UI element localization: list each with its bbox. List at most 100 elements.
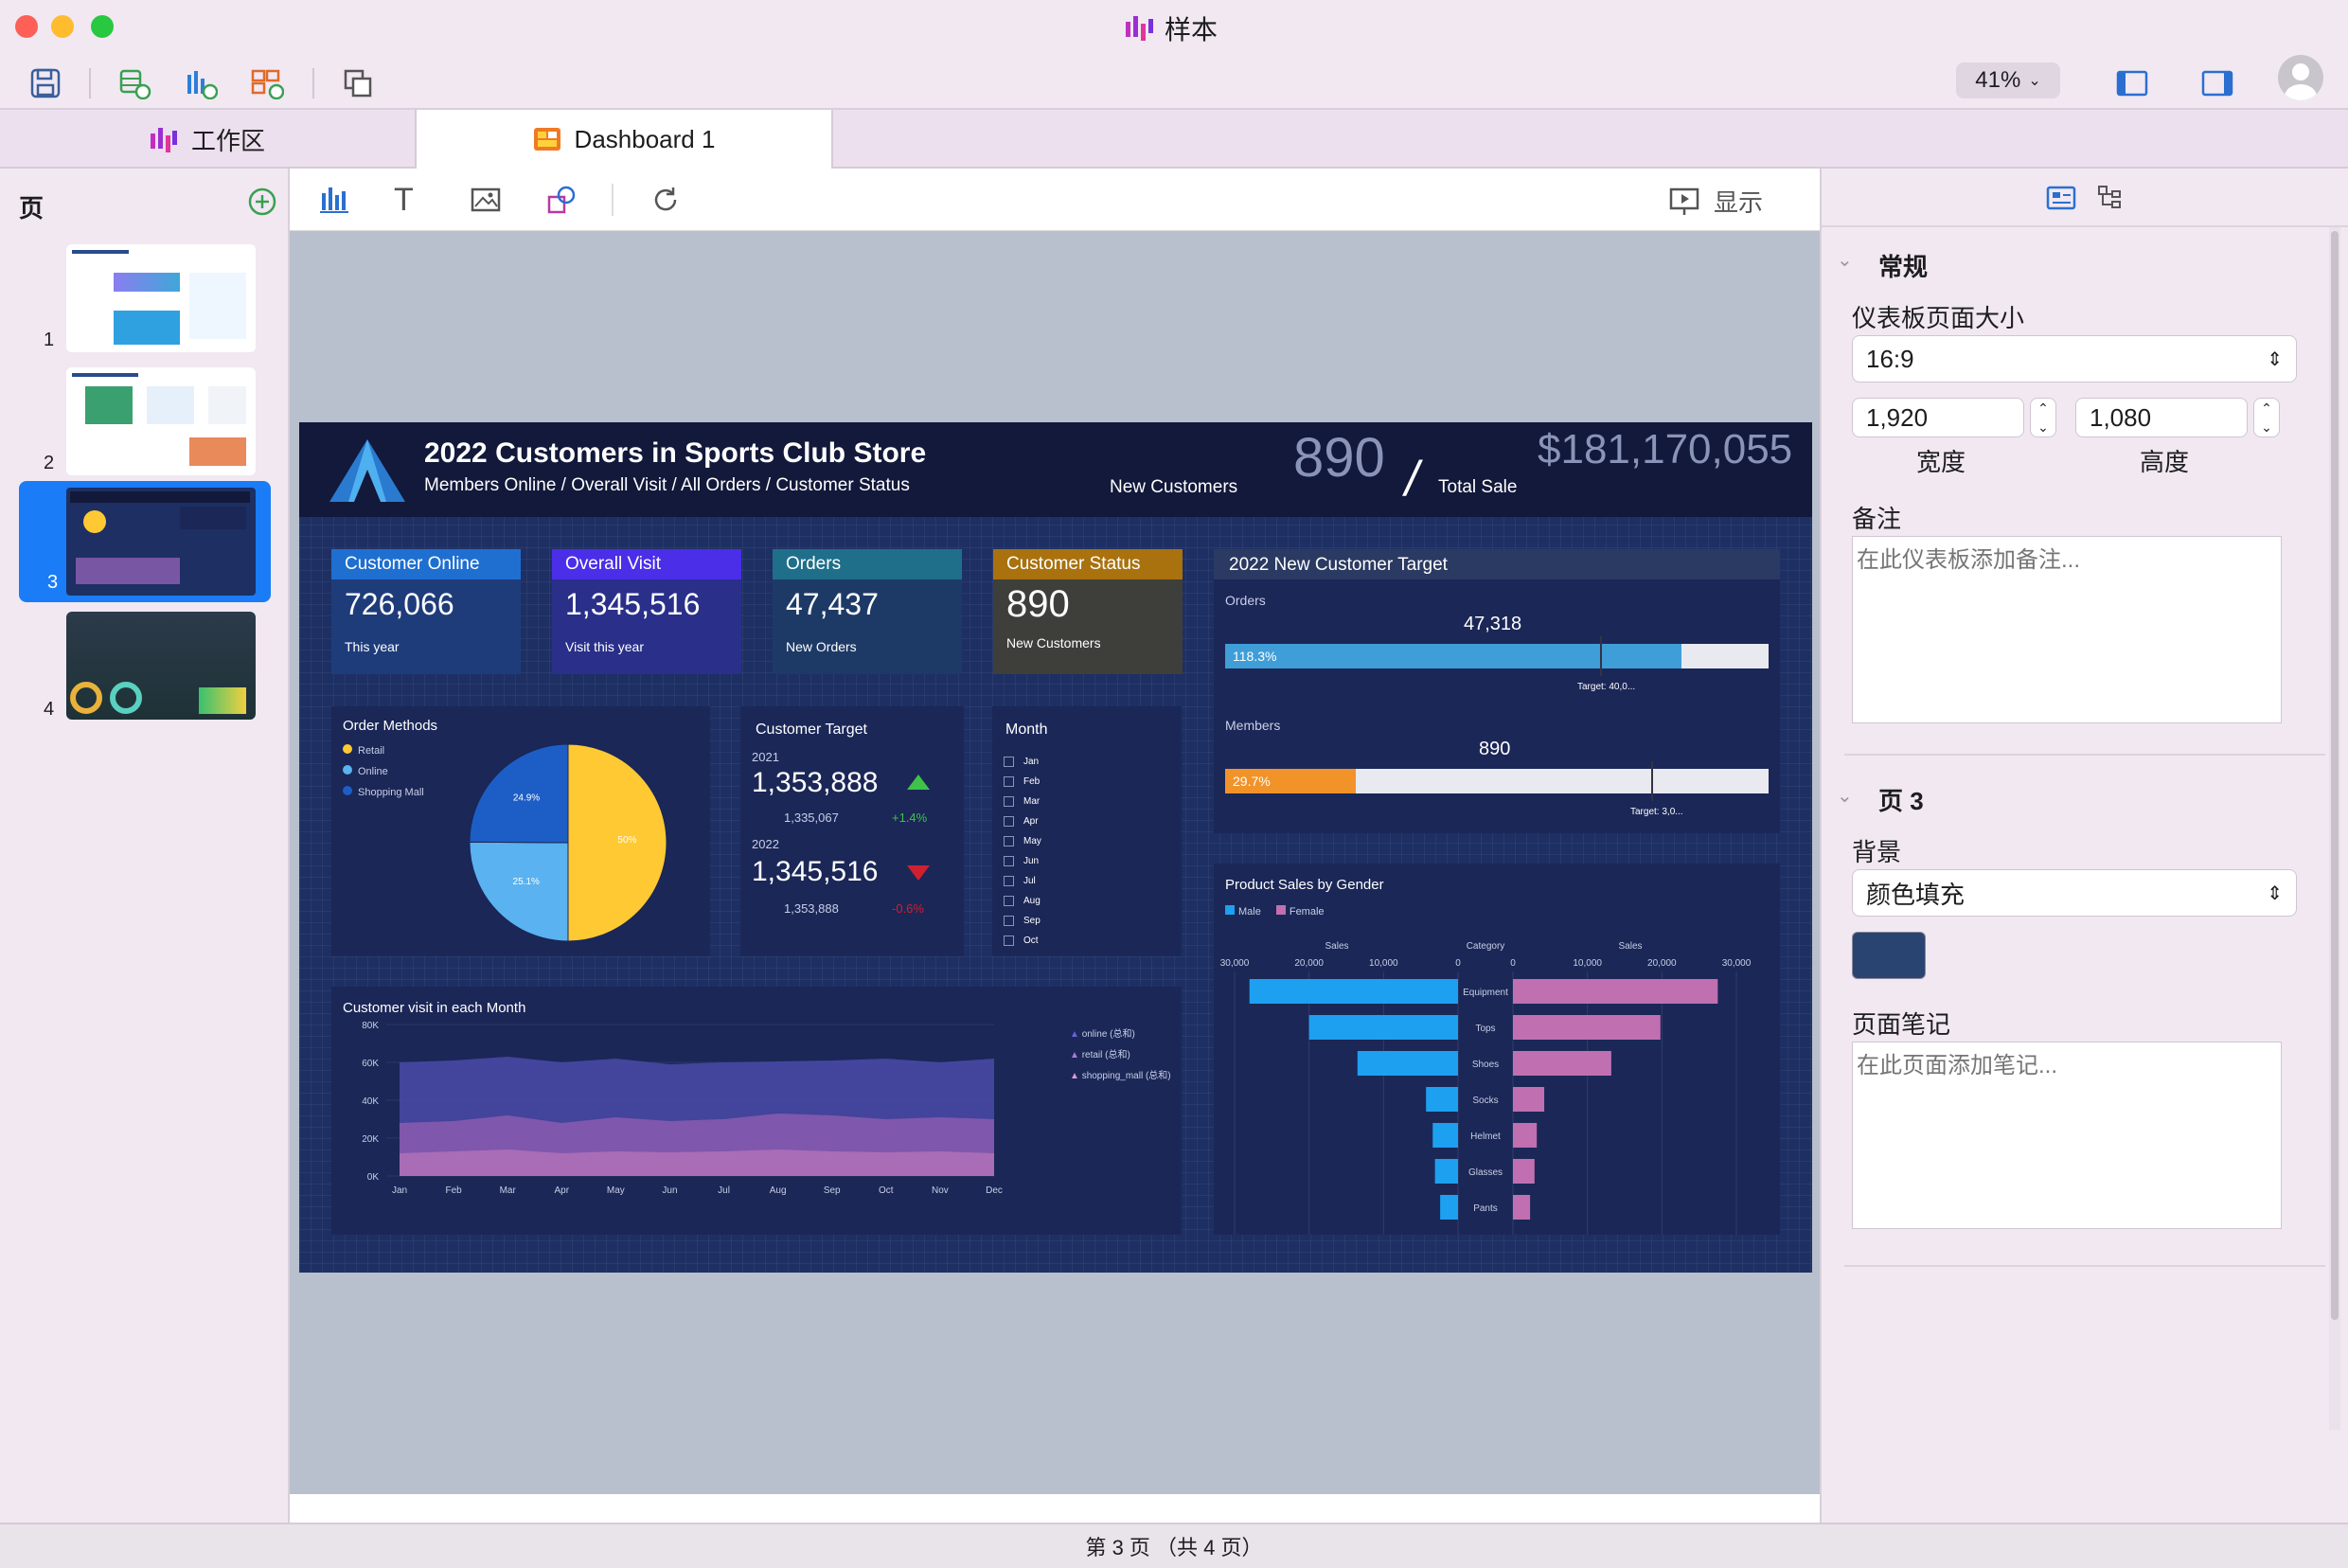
app-logo-icon: [150, 128, 177, 152]
axis-title: Sales: [1325, 941, 1348, 952]
year-2022-label: 2022: [752, 837, 779, 851]
logo-triangle-icon: [329, 439, 405, 502]
user-avatar[interactable]: [2278, 55, 2323, 100]
page-thumbnail-4[interactable]: [66, 612, 256, 720]
background-color-swatch[interactable]: [1852, 932, 1926, 979]
save-button[interactable]: [25, 62, 66, 104]
legend-item: ▲ retail (总和): [1070, 1050, 1130, 1060]
checkbox[interactable]: [1004, 856, 1014, 866]
tab-bar: 工作区 Dashboard 1: [0, 110, 2348, 169]
height-input[interactable]: 1,080: [2075, 398, 2248, 437]
chevron-down-icon[interactable]: ⌄: [1837, 784, 1853, 808]
scroll-thumb[interactable]: [2331, 231, 2339, 1320]
toggle-right-panel-button[interactable]: [2197, 62, 2238, 104]
kpi-card-overall-visit: Overall Visit 1,345,516 Visit this year: [552, 549, 741, 674]
width-input[interactable]: 1,920: [1852, 398, 2024, 437]
section-general-title: 常规: [1878, 253, 1929, 281]
axis-title: Sales: [1618, 941, 1642, 952]
tab-label: 工作区: [190, 126, 265, 155]
toolbar-divider: [612, 184, 614, 216]
page-notes-textarea[interactable]: [1852, 1042, 2282, 1229]
close-window-button[interactable]: [15, 15, 38, 38]
month-checkbox-item[interactable]: Jan: [1004, 752, 1041, 772]
background-label: 背景: [1852, 838, 1902, 866]
vertical-scrollbar[interactable]: [2329, 227, 2340, 1430]
tab-workspace[interactable]: 工作区: [0, 110, 417, 169]
members-progress-bar: 29.7%: [1225, 769, 1769, 793]
panel-title: Customer visit in each Month: [343, 1000, 526, 1016]
month-checkbox-item[interactable]: Feb: [1004, 772, 1041, 792]
members-target-marker: [1651, 761, 1653, 801]
year-2021-label: 2021: [752, 750, 779, 764]
plus-circle-icon: [248, 187, 276, 216]
minimize-window-button[interactable]: [51, 15, 74, 38]
total-sale-value: $181,170,055: [1538, 426, 1793, 472]
chevron-down-icon[interactable]: ⌄: [1837, 248, 1853, 272]
present-button[interactable]: 显示: [1668, 184, 1763, 219]
month-checkbox-item[interactable]: Jun: [1004, 851, 1041, 871]
x-tick-label: 10,000: [1369, 958, 1398, 969]
page-thumbnail-2[interactable]: [66, 367, 256, 475]
add-page-button[interactable]: [248, 187, 276, 221]
month-label: Apr: [1023, 816, 1039, 827]
page-size-select[interactable]: 16:9 ⇕: [1852, 335, 2297, 383]
zoom-window-button[interactable]: [91, 15, 114, 38]
category-label: Helmet: [1470, 1131, 1501, 1142]
properties-panel: ⌄ 常规 仪表板页面大小 16:9 ⇕ 1,920 ⌃ ⌄ 1,080 ⌃ ⌄ 宽度 …: [1820, 169, 2348, 1523]
month-checkbox-item[interactable]: Oct: [1004, 931, 1041, 951]
zoom-select[interactable]: 41% ⌄: [1956, 62, 2060, 98]
pie-data-label: 50%: [617, 835, 636, 846]
chevron-down-icon: ⌄: [2028, 73, 2041, 89]
year-2022-change: -0.6%: [892, 901, 924, 916]
height-stepper[interactable]: ⌃ ⌄: [2253, 398, 2280, 437]
month-checkbox-item[interactable]: Mar: [1004, 792, 1041, 811]
add-chart-button[interactable]: [180, 62, 222, 104]
duplicate-button[interactable]: [337, 62, 379, 104]
x-tick-label: 0: [1510, 958, 1516, 969]
sidebar-right-icon: [2201, 70, 2233, 97]
dashboard-notes-textarea[interactable]: [1852, 536, 2282, 723]
dashboard-title: 2022 Customers in Sports Club Store: [424, 437, 927, 469]
add-dashboard-button[interactable]: [246, 62, 288, 104]
checkbox[interactable]: [1004, 796, 1014, 807]
kpi-title: Overall Visit: [552, 549, 741, 579]
canvas-toolbar: T 显示: [290, 169, 1820, 231]
properties-icon: [2046, 186, 2076, 210]
database-add-icon: [119, 69, 151, 99]
insert-shape-button[interactable]: [545, 184, 578, 221]
checkbox[interactable]: [1004, 896, 1014, 906]
page-thumbnail-1[interactable]: [66, 244, 256, 352]
legend-item: Online: [343, 761, 424, 782]
toggle-left-panel-button[interactable]: [2111, 62, 2153, 104]
insert-image-button[interactable]: [470, 184, 502, 221]
checkbox[interactable]: [1004, 816, 1014, 827]
customer-visit-area-chart: 80K 60K 40K 20K 0K Jan Feb Mar Apr May Jun Jul Aug Se…: [362, 1021, 1003, 1196]
add-datasource-button[interactable]: [114, 62, 155, 104]
checkbox[interactable]: [1004, 836, 1014, 846]
checkbox[interactable]: [1004, 935, 1014, 946]
month-checkbox-item[interactable]: Jul: [1004, 871, 1041, 891]
checkbox[interactable]: [1004, 757, 1014, 767]
refresh-button[interactable]: [649, 184, 682, 221]
legend-item: Male: [1225, 905, 1261, 918]
checkbox[interactable]: [1004, 776, 1014, 787]
orders-value: 47,318: [1464, 614, 1522, 634]
checkbox[interactable]: [1004, 876, 1014, 886]
month-checkbox-item[interactable]: Apr: [1004, 811, 1041, 831]
header-slash: /: [1405, 452, 1419, 507]
insert-chart-button[interactable]: [318, 184, 350, 221]
dashboard-canvas[interactable]: 2022 Customers in Sports Club Store Memb…: [299, 422, 1812, 1273]
members-label: Members: [1225, 718, 1281, 733]
tab-dashboard-1[interactable]: Dashboard 1: [417, 110, 833, 169]
month-checkbox-item[interactable]: Aug: [1004, 891, 1041, 911]
structure-tab-button[interactable]: [2096, 184, 2125, 217]
page-thumbnail-3-selected[interactable]: 3: [19, 481, 271, 602]
checkbox[interactable]: [1004, 916, 1014, 926]
insert-text-button[interactable]: T: [394, 182, 414, 219]
properties-tab-button[interactable]: [2045, 184, 2077, 217]
width-stepper[interactable]: ⌃ ⌄: [2030, 398, 2056, 437]
page-status-text: 第 3 页 （共 4 页）: [1085, 1536, 1263, 1559]
month-checkbox-item[interactable]: Sep: [1004, 911, 1041, 931]
background-fill-select[interactable]: 颜色填充 ⇕: [1852, 869, 2297, 917]
month-checkbox-item[interactable]: May: [1004, 831, 1041, 851]
